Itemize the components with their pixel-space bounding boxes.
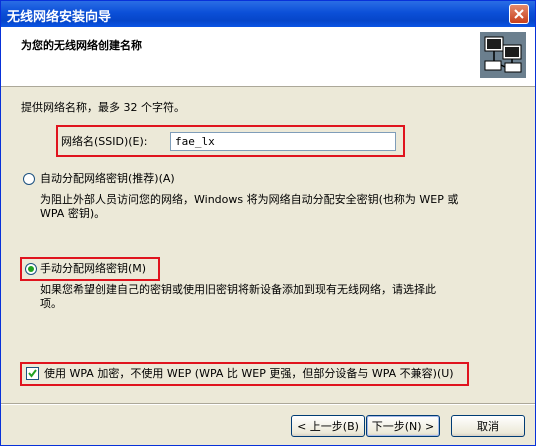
auto-key-description-line1: 为阻止外部人员访问您的网络，Windows 将为网络自动分配安全密钥(也称为 W… [40, 193, 459, 206]
auto-key-label[interactable]: 自动分配网络密钥(推荐)(A) [40, 171, 175, 186]
close-button[interactable] [509, 4, 529, 24]
intro-text: 提供网络名称，最多 32 个字符。 [21, 101, 185, 114]
ssid-input[interactable]: fae_lx [170, 132, 396, 151]
page-title: 为您的无线网络创建名称 [21, 39, 142, 52]
ssid-label: 网络名(SSID)(E): [61, 135, 148, 148]
auto-key-description-line2: WPA 密钥)。 [40, 207, 106, 220]
header-panel: 为您的无线网络创建名称 [1, 27, 535, 87]
cancel-button[interactable]: 取消 [451, 415, 525, 437]
wpa-checkbox[interactable] [26, 367, 39, 380]
back-button[interactable]: < 上一步(B) [291, 415, 365, 437]
window-title: 无线网络安装向导 [7, 10, 112, 25]
network-computers-icon [480, 32, 526, 78]
manual-key-description-line2: 项。 [40, 297, 62, 310]
footer-separator [1, 403, 535, 405]
checkmark-icon [28, 369, 37, 378]
wizard-window: 无线网络安装向导 为您的无线网络创建名称 提供网络名称，最多 32 个字符。 网… [0, 0, 536, 446]
manual-key-description-line1: 如果您希望创建自己的密钥或使用旧密钥将新设备添加到现有无线网络，请选择此 [40, 283, 436, 296]
next-button[interactable]: 下一步(N) > [366, 415, 440, 437]
wpa-label[interactable]: 使用 WPA 加密，不使用 WEP (WPA 比 WEP 更强，但部分设备与 W… [44, 366, 454, 381]
manual-key-radio[interactable] [25, 263, 37, 275]
manual-key-label[interactable]: 手动分配网络密钥(M) [40, 261, 146, 276]
radio-selected-dot [28, 266, 34, 272]
close-icon [514, 9, 524, 19]
title-bar: 无线网络安装向导 [1, 1, 535, 27]
auto-key-radio[interactable] [23, 173, 35, 185]
